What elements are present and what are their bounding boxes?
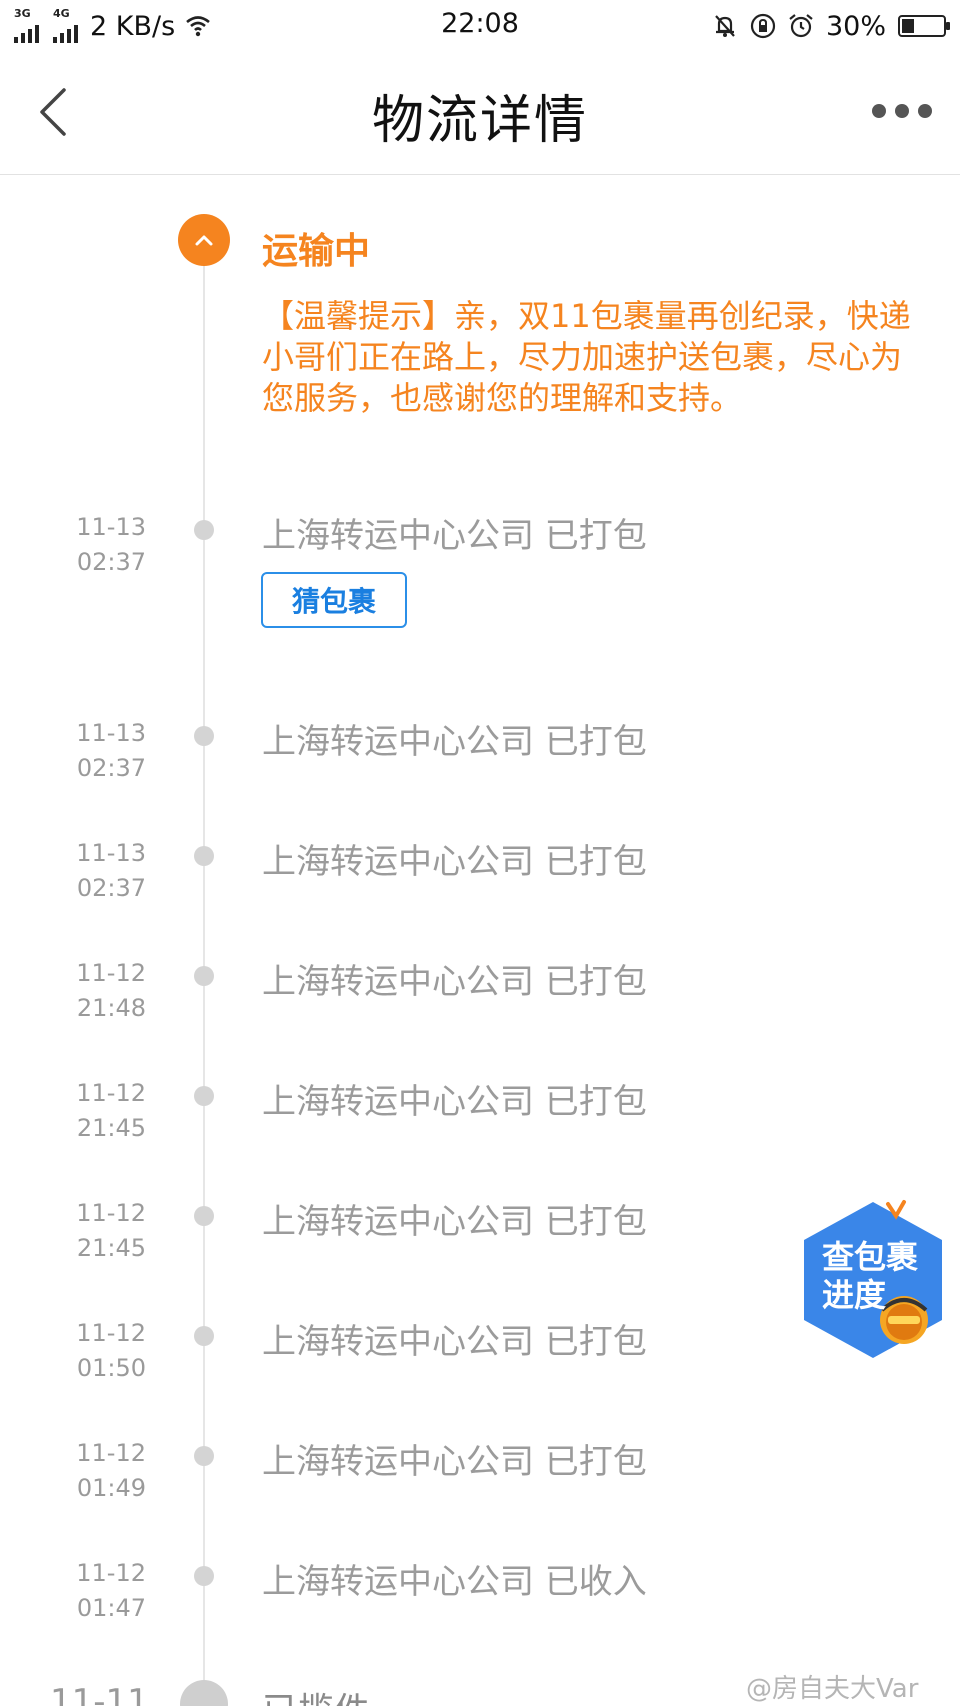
event-time: 02:37 (76, 874, 146, 902)
event-marker (194, 1326, 214, 1346)
partial-event-text: 已揽件 (262, 1682, 370, 1706)
event-marker (194, 1086, 214, 1106)
event-marker (194, 966, 214, 986)
event-time: 21:45 (76, 1114, 146, 1142)
event-date: 11-12 (76, 1319, 146, 1347)
event-date: 11-12 (76, 1199, 146, 1227)
event-date: 11-12 (76, 959, 146, 987)
event-date: 11-13 (76, 513, 146, 541)
event-date: 11-12 (76, 1439, 146, 1467)
partial-event-marker (180, 1680, 228, 1706)
event-time: 02:37 (76, 754, 146, 782)
battery-icon (898, 15, 950, 37)
event-description: 上海转运中心公司 已打包 (262, 1202, 647, 1242)
current-status-label: 运输中 (262, 231, 371, 272)
battery-level-fill (902, 19, 914, 33)
nav-bar: 物流详情 (0, 50, 960, 175)
event-description: 上海转运中心公司 已打包 (262, 516, 647, 556)
event-date: 11-12 (76, 1559, 146, 1587)
tracking-event-row: 11-13 02:37 上海转运中心公司 已打包 (0, 714, 960, 824)
tracking-event-row: 11-12 01:47 上海转运中心公司 已收入 (0, 1554, 960, 1664)
chevron-up-icon (195, 235, 213, 246)
status-right: 30% (712, 8, 950, 44)
mute-bell-icon (715, 15, 735, 37)
event-time: 21:45 (76, 1234, 146, 1262)
more-dot-icon (872, 104, 886, 118)
check-progress-float-button[interactable]: 查包裹进度 (800, 1198, 946, 1362)
event-time: 01:50 (76, 1354, 146, 1382)
current-status-marker[interactable] (178, 214, 230, 266)
tracking-event-row: 11-13 02:37 上海转运中心公司 已打包 (0, 508, 960, 618)
event-time: 02:37 (76, 548, 146, 576)
tracking-event-row: 11-13 02:37 上海转运中心公司 已打包 (0, 834, 960, 944)
watermark: @房自夫大Var (746, 1674, 919, 1704)
tracking-event-row: 11-12 21:45 上海转运中心公司 已打包 (0, 1074, 960, 1184)
more-options-button[interactable] (872, 96, 932, 126)
event-description: 上海转运中心公司 已打包 (262, 962, 647, 1002)
event-time: 01:49 (76, 1474, 146, 1502)
event-date: 11-13 (76, 839, 146, 867)
event-marker (194, 726, 214, 746)
more-dot-icon (918, 104, 932, 118)
event-time: 21:48 (76, 994, 146, 1022)
battery-percent: 30% (825, 10, 886, 42)
warm-tip-notice: 【温馨提示】亲，双11包裹量再创纪录，快递小哥们正在路上，尽力加速护送包裹，尽心… (262, 297, 911, 417)
event-description: 上海转运中心公司 已打包 (262, 722, 647, 762)
page-title: 物流详情 (371, 91, 588, 151)
tracking-event-row: 11-12 01:49 上海转运中心公司 已打包 (0, 1434, 960, 1544)
event-description: 上海转运中心公司 已打包 (262, 1322, 647, 1362)
event-marker (194, 846, 214, 866)
event-time: 01:47 (76, 1594, 146, 1622)
alarm-clock-icon (789, 14, 813, 38)
tracking-event-row: 11-12 21:48 上海转运中心公司 已打包 (0, 954, 960, 1064)
event-marker (194, 520, 214, 540)
status-bar: 3G 4G 2 KB/s 22:08 30% (0, 0, 960, 50)
more-dot-icon (895, 104, 909, 118)
event-description: 上海转运中心公司 已打包 (262, 1082, 647, 1122)
check-progress-label: 查包裹进度 (822, 1238, 919, 1314)
event-date: 11-13 (76, 719, 146, 747)
event-marker (194, 1446, 214, 1466)
partial-event-date: 11-11 (50, 1682, 149, 1706)
guess-package-button[interactable]: 猜包裹 (261, 572, 407, 628)
event-date: 11-12 (76, 1079, 146, 1107)
rotation-lock-icon (750, 13, 776, 39)
event-marker (194, 1206, 214, 1226)
event-description: 上海转运中心公司 已打包 (262, 1442, 647, 1482)
event-description: 上海转运中心公司 已收入 (262, 1562, 647, 1602)
event-description: 上海转运中心公司 已打包 (262, 842, 647, 882)
event-marker (194, 1566, 214, 1586)
